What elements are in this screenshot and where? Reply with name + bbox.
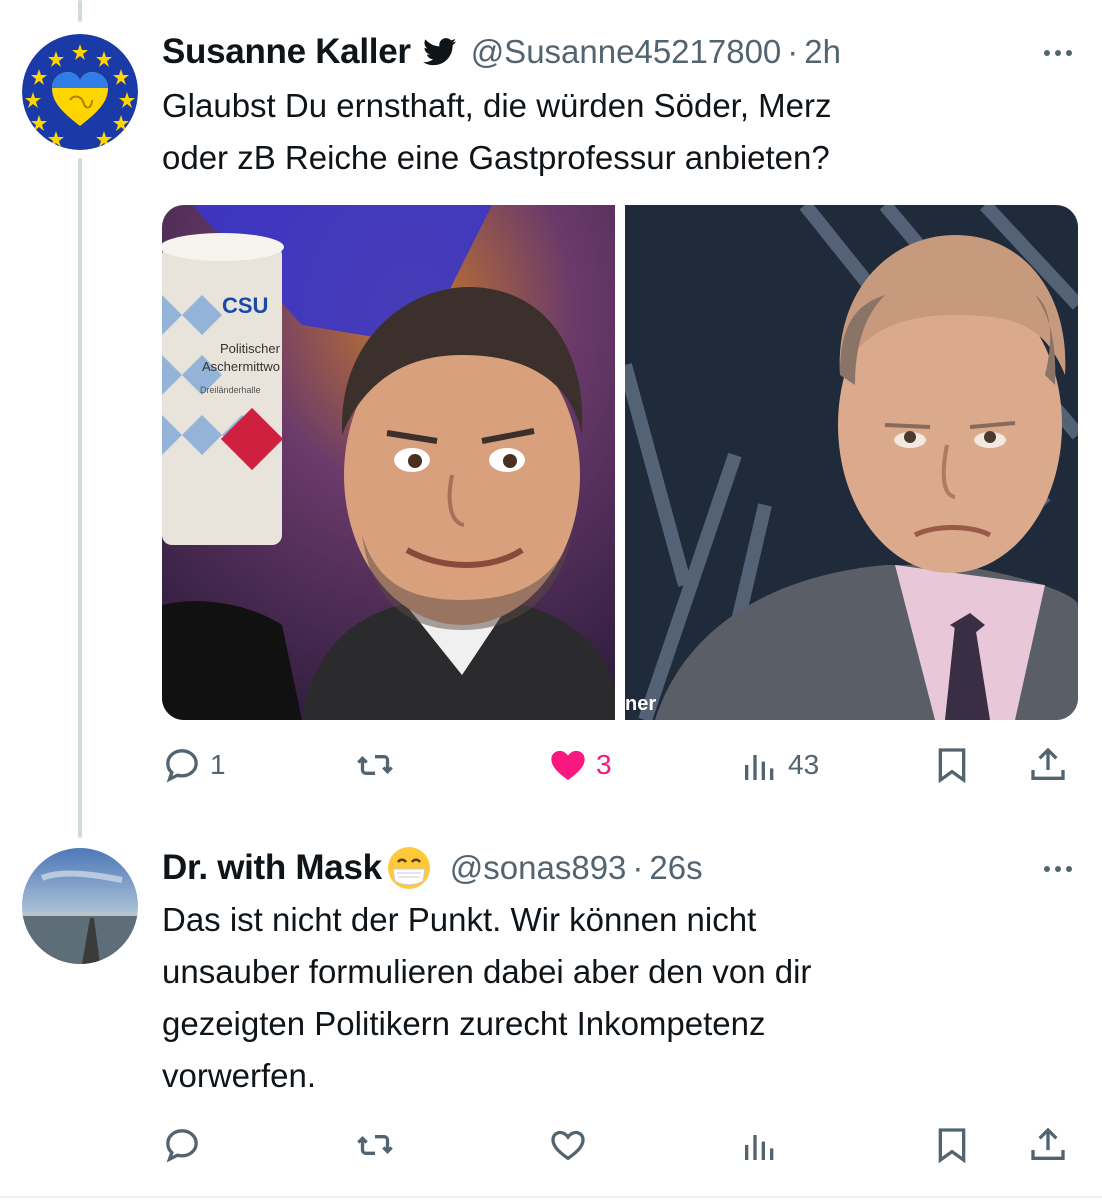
tweet-text-line: gezeigten Politikern zurecht Inkompetenz <box>162 1005 766 1042</box>
tweet-text-line: Glaubst Du ernsthaft, die würden Söder, … <box>162 87 832 124</box>
views-button[interactable]: 43 <box>740 740 819 790</box>
reply-button[interactable] <box>162 1120 202 1170</box>
retweet-icon <box>357 1135 393 1155</box>
share-icon <box>1031 747 1065 780</box>
separator-dot: · <box>787 33 799 70</box>
tweet-header: Susanne Kaller @Susanne45217800 · 2h <box>162 30 841 74</box>
eu-heart-avatar-image <box>22 34 138 150</box>
more-icon[interactable] <box>1044 866 1072 872</box>
views-button[interactable] <box>740 1120 780 1170</box>
mug-line-3: Dreiländerhalle <box>200 385 261 395</box>
author-name[interactable]: Dr. with Mask <box>162 848 382 888</box>
tweet-text-line: Das ist nicht der Punkt. Wir können nich… <box>162 901 757 938</box>
tweet-text-line: unsauber formulieren dabei aber den von … <box>162 953 812 990</box>
tweet-text-line: oder zB Reiche eine Gastprofessur anbiet… <box>162 139 830 176</box>
bookmark-button[interactable] <box>932 740 972 790</box>
avatar[interactable] <box>22 34 138 150</box>
tweet-actions <box>162 1120 1078 1170</box>
photo-soeder[interactable]: CSU Politischer Aschermittwo Dreiländerh… <box>162 205 615 720</box>
bookmark-icon <box>938 748 966 784</box>
timestamp[interactable]: 2h <box>804 33 841 71</box>
retweet-button[interactable] <box>355 1120 395 1170</box>
media-divider <box>615 205 625 720</box>
heart-icon <box>551 1130 585 1161</box>
tweet-text: Das ist nicht der Punkt. Wir können nich… <box>162 894 1042 1102</box>
avatar[interactable] <box>22 848 138 964</box>
mug-brand: CSU <box>222 293 268 318</box>
bookmark-button[interactable] <box>932 1120 972 1170</box>
share-button[interactable] <box>1028 1120 1068 1170</box>
like-count: 3 <box>596 749 612 780</box>
reply-button[interactable]: 1 <box>162 740 226 790</box>
share-button[interactable] <box>1028 740 1068 790</box>
retweet-icon <box>357 755 393 775</box>
tweet-susanne[interactable]: Susanne Kaller @Susanne45217800 · 2h Gla… <box>0 0 1102 830</box>
view-count: 43 <box>788 749 820 780</box>
tweet-text: Glaubst Du ernsthaft, die würden Söder, … <box>162 80 1042 184</box>
like-button[interactable] <box>548 1120 588 1170</box>
author-name[interactable]: Susanne Kaller <box>162 32 411 72</box>
heart-icon <box>551 750 585 780</box>
tweet-header: Dr. with Mask @sonas893 · 26s <box>162 846 703 890</box>
separator-dot: · <box>632 849 644 886</box>
tweet-text-line: vorwerfen. <box>162 1057 317 1094</box>
tweet-media[interactable]: CSU Politischer Aschermittwo Dreiländerh… <box>162 205 1078 720</box>
mug-line-1: Politischer <box>220 341 281 356</box>
sea-avatar-image <box>22 848 138 964</box>
reply-icon <box>166 749 198 783</box>
author-handle[interactable]: @sonas893 <box>450 849 627 887</box>
tweet-actions: 1 3 43 <box>162 740 1078 790</box>
views-icon <box>745 1135 774 1160</box>
bookmark-icon <box>938 1128 966 1164</box>
mask-face-emoji-icon <box>386 845 432 891</box>
reply-count: 1 <box>210 749 226 780</box>
more-icon[interactable] <box>1044 50 1072 56</box>
share-icon <box>1031 1127 1065 1160</box>
divider <box>0 1196 1102 1198</box>
mug-line-2: Aschermittwo <box>202 359 280 374</box>
tweet-dr-with-mask[interactable]: Dr. with Mask @sonas893 · 26s Das ist ni… <box>0 830 1102 1200</box>
photo-caption: ner <box>625 693 656 715</box>
timestamp[interactable]: 26s <box>649 849 702 887</box>
views-icon <box>745 755 774 780</box>
reply-icon <box>166 1129 198 1163</box>
author-handle[interactable]: @Susanne45217800 <box>471 33 782 71</box>
retweet-button[interactable] <box>355 740 395 790</box>
like-button[interactable]: 3 <box>548 740 612 790</box>
twitter-bird-icon <box>422 38 457 66</box>
photo-merz[interactable]: ner <box>625 205 1078 720</box>
